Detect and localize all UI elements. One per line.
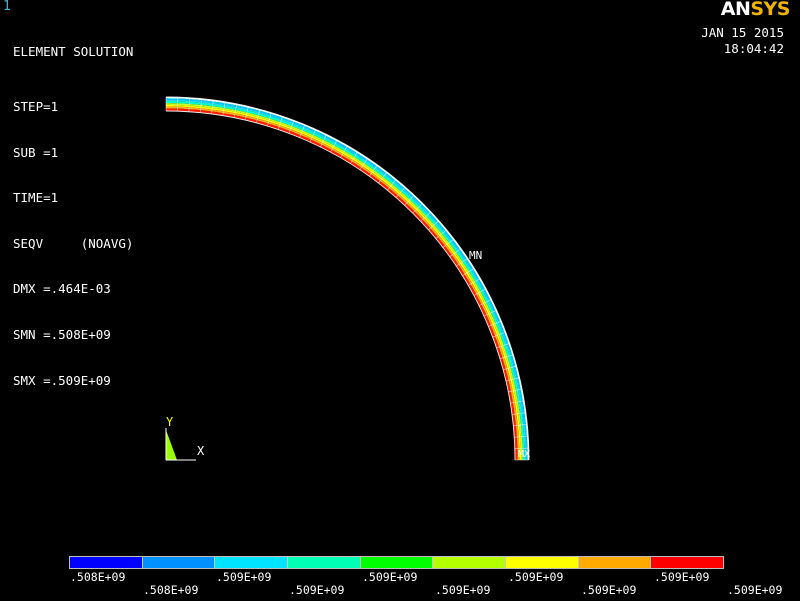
legend-swatch-5 — [360, 557, 434, 568]
legend-label-8: .509E+09 — [581, 583, 637, 597]
triad-x-label: X — [197, 444, 205, 458]
legend-swatch-6 — [433, 557, 507, 568]
min-marker-label: MN — [469, 249, 482, 262]
mesh-arc — [165, 107, 519, 461]
legend-swatch-4 — [288, 557, 361, 568]
legend-swatch-7 — [506, 557, 579, 568]
legend-label-10: .509E+09 — [727, 583, 783, 597]
triad-shape — [166, 430, 177, 460]
legend-label-7: .509E+09 — [508, 570, 564, 584]
contour-plot-area[interactable]: MN MX Y X — [0, 0, 800, 601]
coordinate-triad: Y X — [165, 415, 205, 461]
legend-label-6: .509E+09 — [435, 583, 491, 597]
max-marker-label: MX — [518, 449, 530, 460]
contour-ring — [166, 97, 529, 461]
legend-label-4: .509E+09 — [289, 583, 345, 597]
legend-label-3: .509E+09 — [216, 570, 272, 584]
legend-swatch-3 — [215, 557, 289, 568]
legend-swatch-8 — [578, 557, 652, 568]
contour-legend-bar — [69, 556, 724, 569]
legend-swatch-9 — [651, 557, 724, 568]
legend-label-9: .509E+09 — [654, 570, 710, 584]
mesh-arc — [165, 110, 516, 461]
contour-band-7 — [166, 108, 518, 460]
legend-swatch-1 — [70, 557, 143, 568]
legend-swatch-2 — [142, 557, 216, 568]
contour-band-6 — [166, 106, 520, 461]
legend-label-1: .508E+09 — [70, 570, 126, 584]
legend-label-5: .509E+09 — [362, 570, 418, 584]
legend-label-2: .508E+09 — [143, 583, 199, 597]
triad-y-label: Y — [166, 415, 174, 429]
